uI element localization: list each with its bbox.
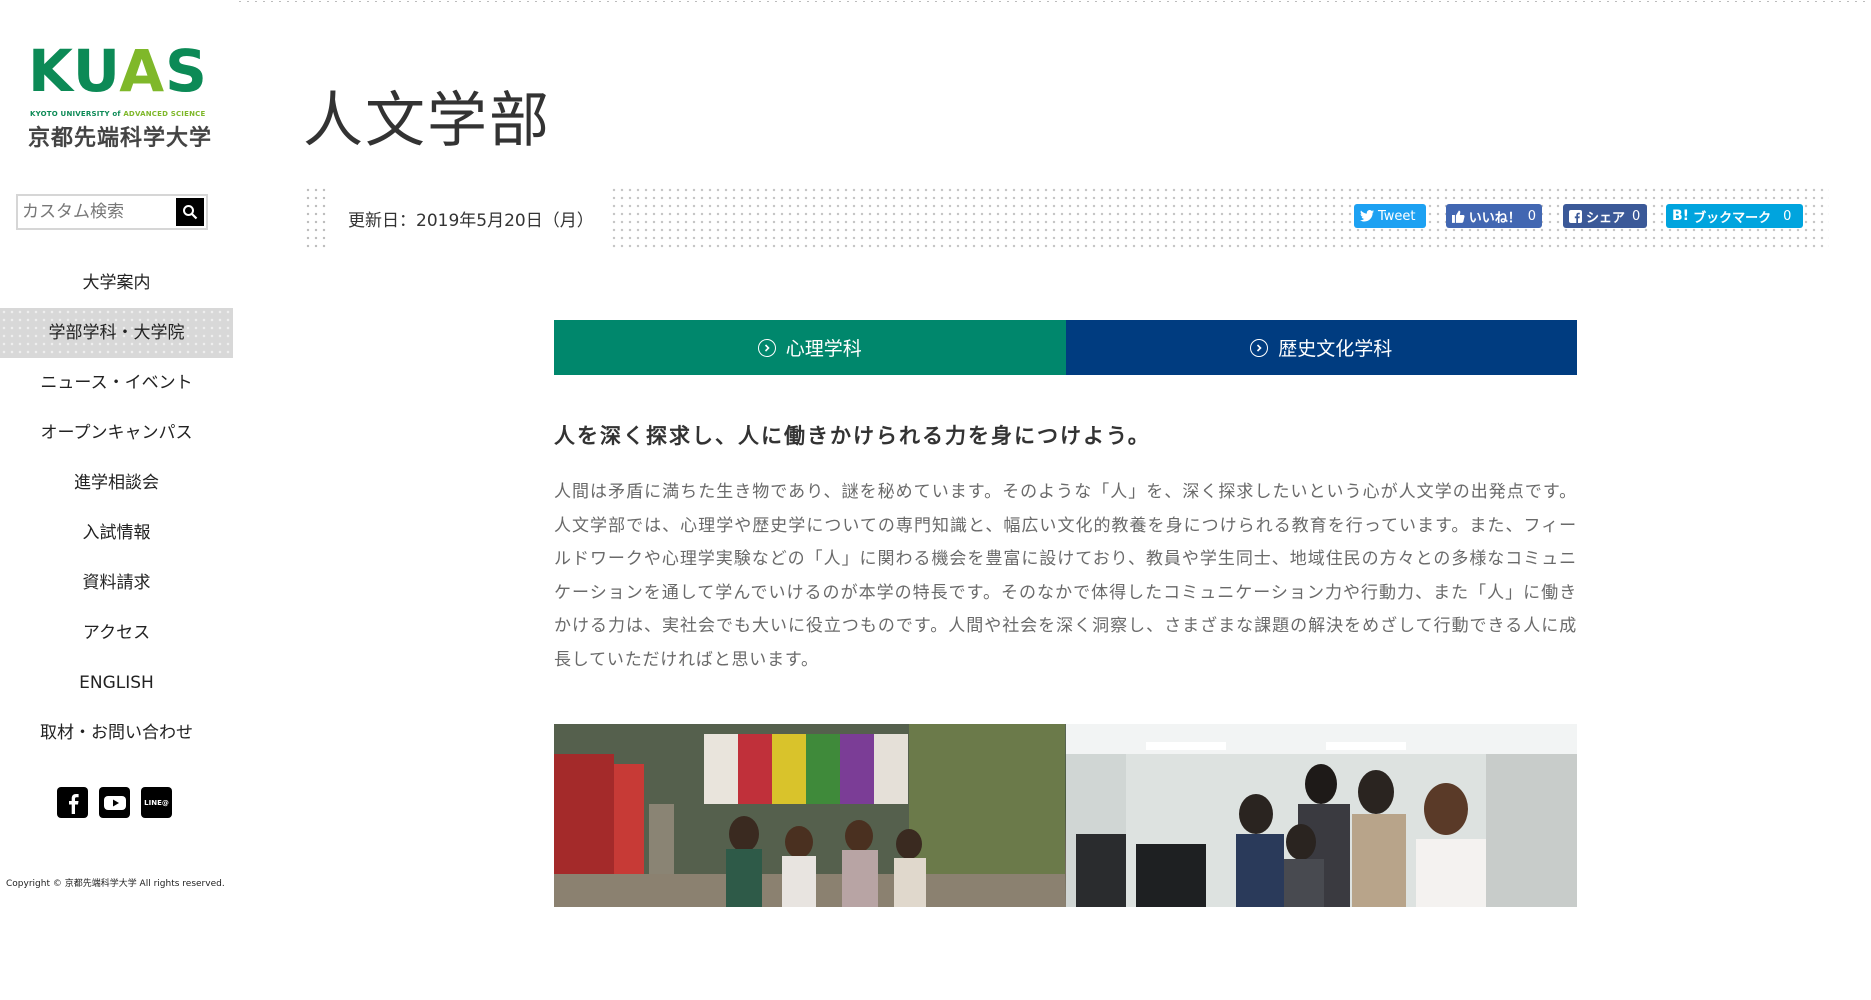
line-icon[interactable]: LINE@ xyxy=(141,787,172,818)
nav-item-consultation[interactable]: 進学相談会 xyxy=(0,458,233,508)
lead-heading: 人を深く探求し、人に働きかけられる力を身につけよう。 xyxy=(554,424,1151,448)
twitter-icon xyxy=(1360,210,1374,222)
tweet-label: Tweet xyxy=(1378,208,1416,224)
nav-item-about[interactable]: 大学案内 xyxy=(0,258,233,308)
main-nav: 大学案内 学部学科・大学院 ニュース・イベント オープンキャンパス 進学相談会 … xyxy=(0,258,233,758)
facebook-icon[interactable] xyxy=(57,787,88,818)
facebook-like-button[interactable]: いいね！ 0 xyxy=(1446,204,1542,228)
facebook-share-button[interactable]: シェア 0 xyxy=(1563,204,1647,228)
like-count: 0 xyxy=(1527,208,1536,224)
hatena-count: 0 xyxy=(1783,208,1792,224)
chevron-circle-icon xyxy=(757,338,776,357)
nav-item-english[interactable]: ENGLISH xyxy=(0,658,233,708)
nav-item-request-materials[interactable]: 資料請求 xyxy=(0,558,233,608)
department-tabs: 心理学科 歴史文化学科 xyxy=(554,320,1577,375)
nav-item-contact[interactable]: 取材・お問い合わせ xyxy=(0,708,233,758)
tweet-button[interactable]: Tweet xyxy=(1354,204,1426,228)
hatena-b-icon: B! xyxy=(1672,208,1690,224)
thumbs-up-icon xyxy=(1452,210,1465,223)
like-label: いいね！ xyxy=(1468,210,1521,226)
top-dotted-divider xyxy=(236,0,1871,3)
chevron-circle-icon xyxy=(1250,338,1269,357)
tab-history-culture-label: 歴史文化学科 xyxy=(1278,338,1393,360)
nav-item-news-events[interactable]: ニュース・イベント xyxy=(0,358,233,408)
logo-english-name: KYOTO UNIVERSITY of ADVANCED SCIENCE xyxy=(30,110,206,118)
facebook-square-icon xyxy=(1569,209,1582,223)
kuas-logo[interactable]: KUAS KYOTO UNIVERSITY of ADVANCED SCIENC… xyxy=(28,34,211,151)
sidebar: KUAS KYOTO UNIVERSITY of ADVANCED SCIENC… xyxy=(0,0,234,1000)
dot-pattern-left xyxy=(304,186,328,250)
students-temple-photo xyxy=(554,724,1066,907)
photo-banner xyxy=(554,724,1577,907)
fb-share-label: シェア xyxy=(1586,210,1626,226)
youtube-icon[interactable] xyxy=(99,787,130,818)
nav-item-access[interactable]: アクセス xyxy=(0,608,233,658)
hatena-label: ブックマーク xyxy=(1693,210,1772,226)
tab-psychology-label: 心理学科 xyxy=(785,338,862,360)
page-title: 人文学部 xyxy=(303,86,551,156)
hatena-bookmark-button[interactable]: B! ブックマーク 0 xyxy=(1666,204,1803,228)
line-icon-label: LINE@ xyxy=(144,798,169,807)
logo-japanese-name: 京都先端科学大学 xyxy=(28,126,213,151)
search-input[interactable] xyxy=(22,199,172,225)
social-links: LINE@ xyxy=(57,787,172,818)
psychology-lab-photo xyxy=(1065,724,1577,907)
nav-item-admissions[interactable]: 入試情報 xyxy=(0,508,233,558)
tab-history-culture[interactable]: 歴史文化学科 xyxy=(1065,320,1577,375)
copyright-text: Copyright © 京都先端科学大学 All rights reserved… xyxy=(6,879,225,889)
nav-item-faculties[interactable]: 学部学科・大学院 xyxy=(0,308,233,358)
nav-item-open-campus[interactable]: オープンキャンパス xyxy=(0,408,233,458)
logo-wordmark: KUAS xyxy=(28,37,208,105)
intro-paragraph: 人間は矛盾に満ちた生き物であり、謎を秘めています。そのような「人」を、深く探求し… xyxy=(554,482,1577,670)
custom-search xyxy=(16,194,208,230)
search-button[interactable] xyxy=(176,198,204,226)
fb-share-count: 0 xyxy=(1632,208,1641,224)
search-icon xyxy=(183,205,198,220)
updated-date: 更新日：2019年5月20日（月） xyxy=(348,211,594,231)
tab-psychology[interactable]: 心理学科 xyxy=(554,320,1066,375)
